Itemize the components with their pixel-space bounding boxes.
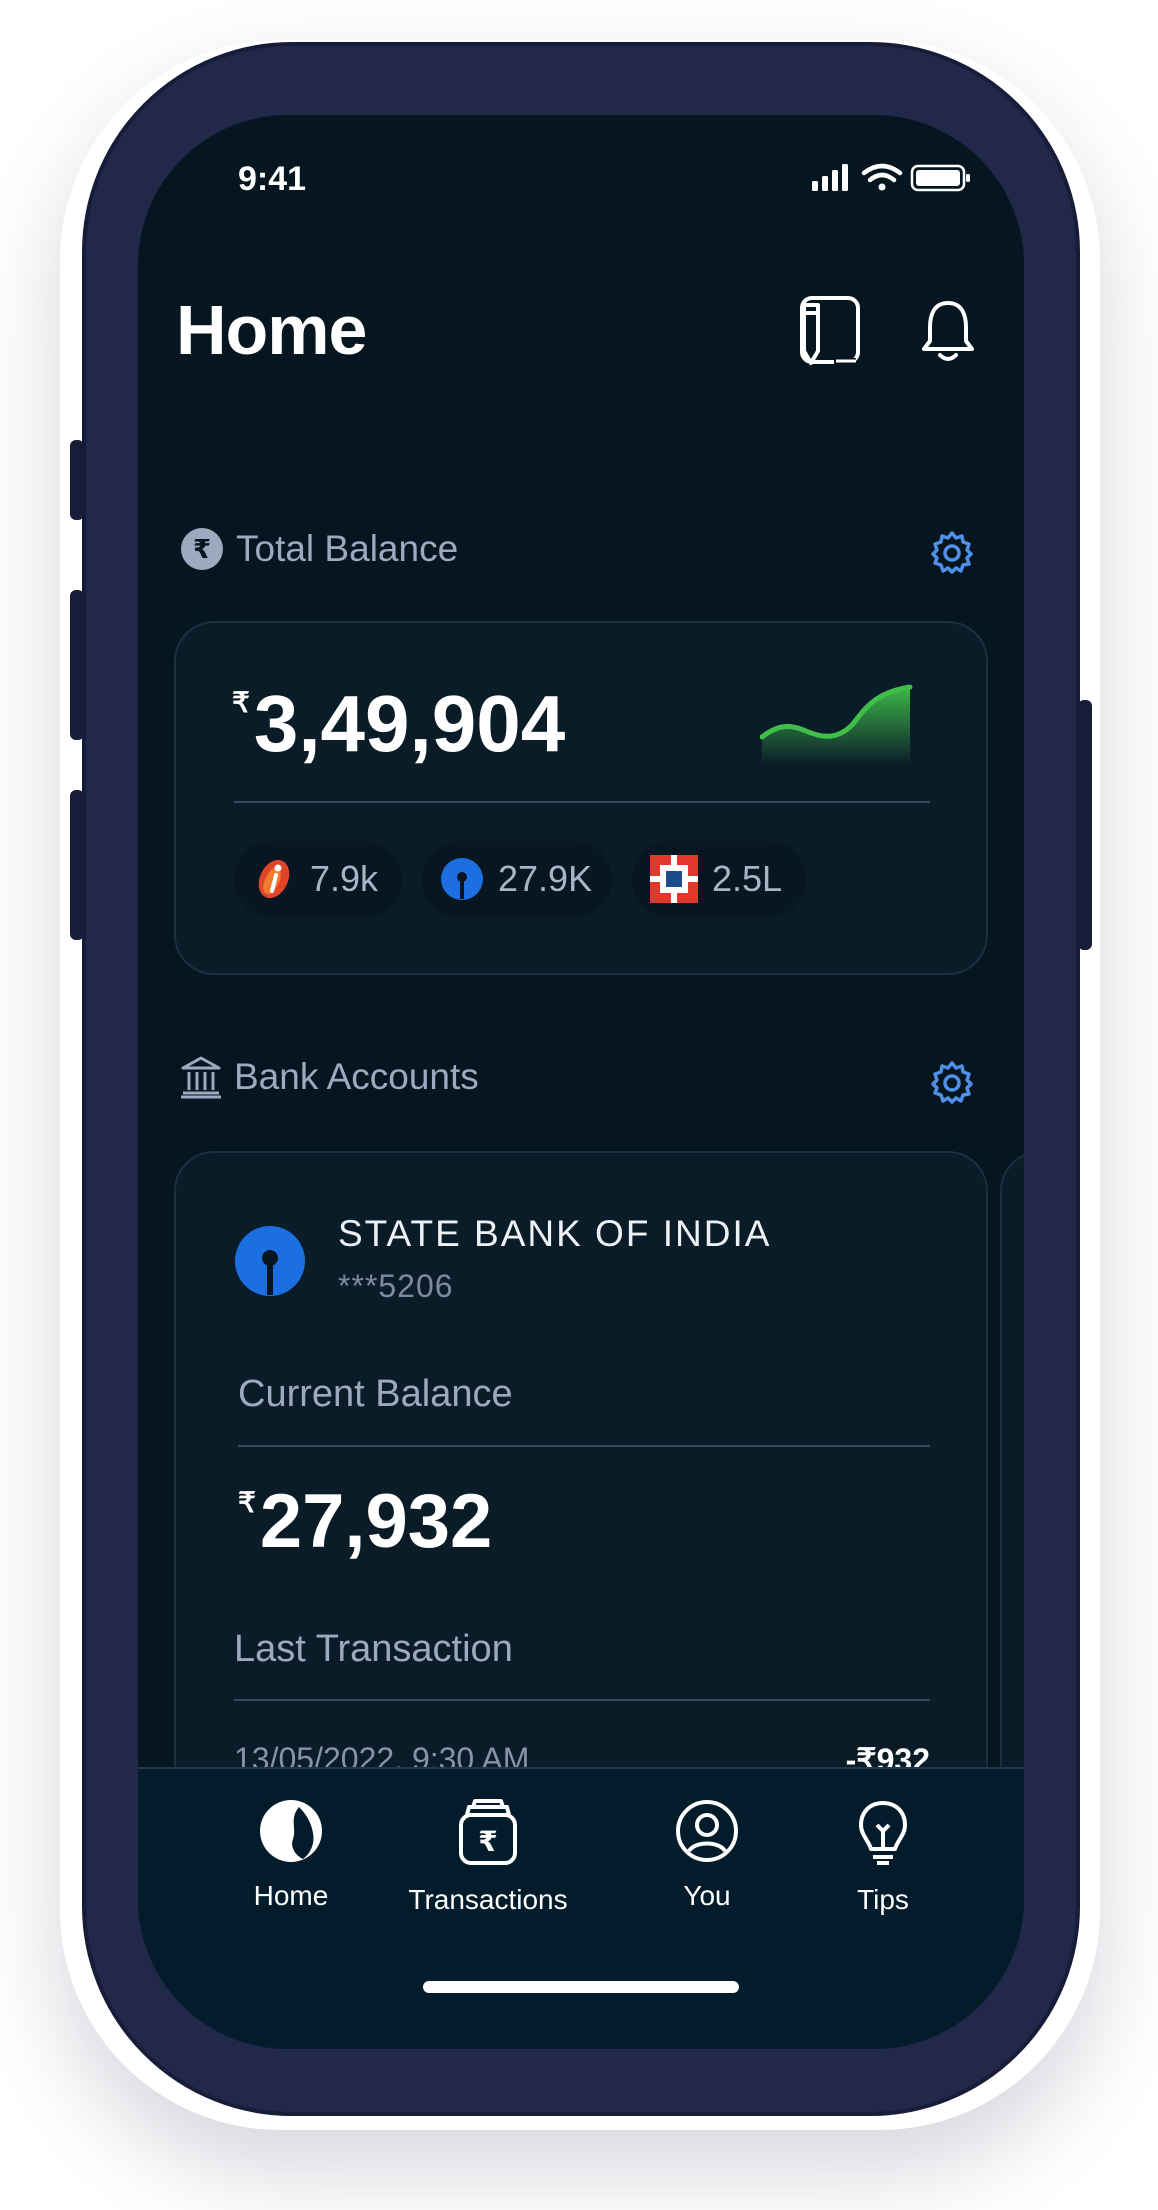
- bank-building-icon: [181, 1056, 221, 1099]
- svg-text:₹: ₹: [193, 535, 211, 565]
- nav-you-label: You: [683, 1880, 731, 1911]
- user-icon: [676, 1800, 738, 1862]
- rupee-coin-icon: ₹: [181, 528, 223, 570]
- total-balance-settings-button[interactable]: [930, 530, 974, 579]
- current-balance-value: 27,932: [259, 1479, 493, 1564]
- total-balance-card[interactable]: ₹3,49,904 7.9k 27.9K 2.5L: [174, 621, 988, 975]
- notes-pencil-icon: [800, 296, 860, 365]
- bank-chip-hdfc[interactable]: 2.5L: [632, 841, 806, 917]
- battery-icon: [910, 164, 970, 192]
- nav-tips-label: Tips: [857, 1884, 909, 1915]
- currency-symbol: ₹: [238, 1487, 256, 1518]
- bank-accounts-settings-button[interactable]: [930, 1060, 974, 1109]
- bank-name: STATE BANK OF INDIA: [338, 1213, 772, 1254]
- trend-sparkline: [759, 683, 914, 770]
- power-button: [1078, 700, 1092, 950]
- sbi-balance: 27.9K: [498, 858, 593, 899]
- hdfc-balance: 2.5L: [712, 858, 783, 899]
- total-balance-header: ₹ Total Balance: [180, 527, 458, 571]
- next-account-card-peek[interactable]: [1000, 1151, 1024, 1871]
- wifi-icon: [861, 163, 903, 191]
- notes-button[interactable]: [798, 295, 860, 372]
- volume-down-button: [70, 790, 84, 940]
- total-balance-amount: ₹3,49,904: [232, 678, 565, 770]
- bank-account-card-sbi[interactable]: STATE BANK OF INDIA ***5206 Current Bala…: [174, 1151, 988, 1871]
- bell-icon: [922, 301, 974, 361]
- icici-balance: 7.9k: [310, 858, 379, 899]
- volume-up-button: [70, 590, 84, 740]
- gear-icon: [931, 1061, 973, 1104]
- home-icon: [260, 1800, 322, 1862]
- nav-tips[interactable]: Tips: [838, 1799, 928, 1916]
- status-icons: [812, 161, 972, 200]
- bank-accounts-header: Bank Accounts: [180, 1055, 479, 1099]
- last-transaction-divider: [234, 1699, 930, 1701]
- bank-chip-sbi[interactable]: 27.9K: [422, 841, 612, 917]
- total-balance-label: Total Balance: [236, 528, 459, 569]
- icici-logo-icon: [258, 859, 290, 899]
- current-balance-amount: ₹27,932: [238, 1478, 492, 1565]
- total-amount-value: 3,49,904: [253, 679, 566, 768]
- nav-home-label: Home: [253, 1880, 329, 1911]
- sbi-logo-icon: [441, 858, 483, 900]
- nav-transactions[interactable]: ₹ Transactions: [408, 1799, 568, 1916]
- bank-chip-icici[interactable]: 7.9k: [234, 841, 402, 917]
- status-time: 9:41: [238, 160, 307, 198]
- nav-home[interactable]: Home: [236, 1799, 346, 1912]
- account-number: ***5206: [338, 1268, 454, 1304]
- current-balance-label: Current Balance: [238, 1373, 513, 1415]
- last-transaction-label: Last Transaction: [234, 1628, 513, 1670]
- total-balance-divider: [234, 801, 930, 803]
- bottom-nav-bar: Home ₹ Transactions You Tips: [138, 1767, 1024, 2049]
- bank-accounts-label: Bank Accounts: [234, 1056, 479, 1097]
- phone-screen: 9:41 Home ₹ Total Balance ₹3,49,904 7.9k…: [138, 115, 1024, 2049]
- nav-transactions-label: Transactions: [408, 1884, 568, 1915]
- sbi-logo-icon: [235, 1226, 305, 1296]
- gear-icon: [931, 531, 973, 574]
- transactions-icon: ₹: [459, 1799, 517, 1865]
- hdfc-logo-icon: [650, 855, 698, 903]
- currency-symbol: ₹: [232, 687, 250, 718]
- home-indicator[interactable]: [423, 1981, 739, 1993]
- current-balance-divider: [238, 1445, 930, 1447]
- silent-switch: [70, 440, 84, 520]
- signal-icon: [812, 164, 848, 191]
- page-title: Home: [176, 291, 367, 369]
- lightbulb-icon: [859, 1801, 907, 1865]
- notifications-button[interactable]: [920, 297, 976, 370]
- nav-you[interactable]: You: [662, 1799, 752, 1912]
- svg-text:₹: ₹: [478, 1825, 497, 1858]
